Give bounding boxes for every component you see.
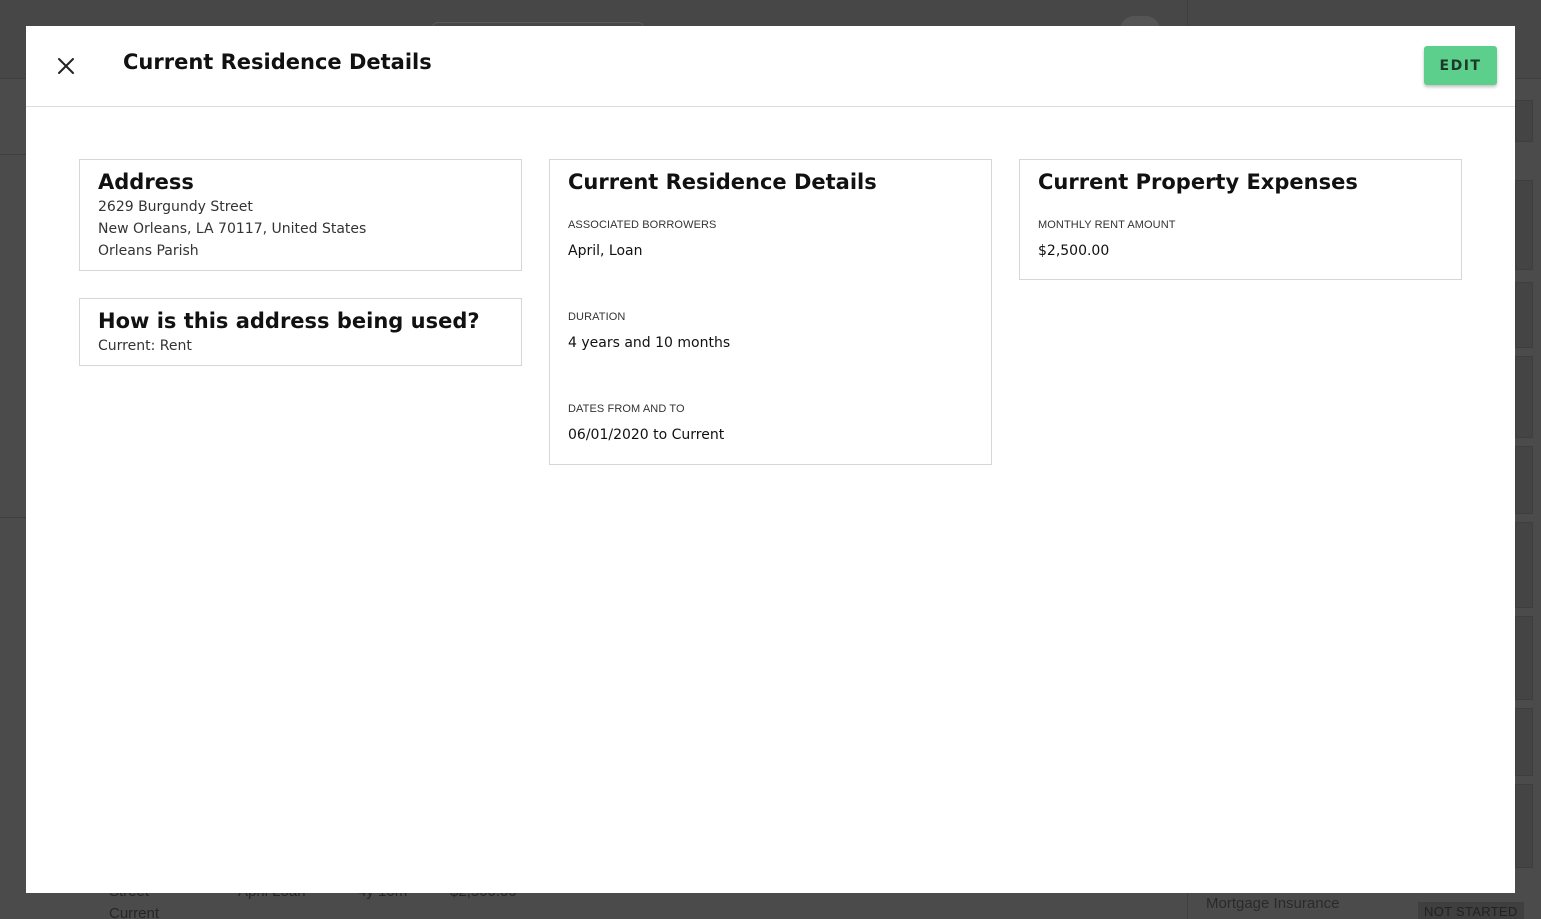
field-label: DATES FROM AND TO (568, 403, 685, 415)
edit-button[interactable]: EDIT (1424, 46, 1497, 85)
close-icon (58, 58, 74, 74)
field-value: $2,500.00 (1038, 243, 1110, 259)
residence-details-modal: Current Residence Details EDIT Address 2… (26, 26, 1515, 893)
close-button[interactable] (54, 54, 78, 78)
field-value: 4 years and 10 months (568, 335, 731, 351)
field-dates: DATES FROM AND TO 06/01/2020 to Current (568, 402, 973, 444)
background-side-card (1515, 784, 1533, 868)
background-side-card (1515, 616, 1533, 700)
field-label: ASSOCIATED BORROWERS (568, 219, 717, 231)
background-side-card (1515, 282, 1533, 348)
field-value: 06/01/2020 to Current (568, 427, 725, 443)
residence-details-card: Current Residence Details ASSOCIATED BOR… (549, 159, 992, 465)
field-monthly-rent: MONTHLY RENT AMOUNT $2,500.00 (1038, 218, 1443, 260)
modal-header: Current Residence Details EDIT (26, 26, 1515, 107)
property-expenses-card: Current Property Expenses MONTHLY RENT A… (1019, 159, 1462, 280)
usage-value: Current: Rent (98, 338, 192, 354)
background-side-card (1515, 708, 1533, 776)
residence-heading: Current Residence Details (568, 170, 877, 194)
background-side-card (1515, 356, 1533, 438)
field-duration: DURATION 4 years and 10 months (568, 310, 973, 352)
field-label: MONTHLY RENT AMOUNT (1038, 219, 1176, 231)
background-side-card (1515, 180, 1533, 270)
background-side-card (1515, 100, 1533, 142)
field-label: DURATION (568, 311, 626, 323)
address-heading: Address (98, 170, 194, 194)
usage-heading: How is this address being used? (98, 309, 480, 333)
expenses-heading: Current Property Expenses (1038, 170, 1358, 194)
modal-title: Current Residence Details (123, 50, 432, 74)
address-usage-card: How is this address being used? Current:… (79, 298, 522, 366)
background-side-card (1515, 446, 1533, 514)
address-street: 2629 Burgundy Street (98, 199, 253, 215)
background-row-current: Current (109, 905, 160, 919)
background-status-badge: NOT STARTED (1418, 902, 1524, 919)
background-sidebar-item: Mortgage Insurance (1206, 895, 1340, 912)
background-side-card (1515, 522, 1533, 608)
field-value: April, Loan (568, 243, 643, 259)
field-associated-borrowers: ASSOCIATED BORROWERS April, Loan (568, 218, 973, 260)
address-city-line: New Orleans, LA 70117, United States (98, 221, 367, 237)
address-parish: Orleans Parish (98, 243, 199, 259)
address-card: Address 2629 Burgundy Street New Orleans… (79, 159, 522, 271)
